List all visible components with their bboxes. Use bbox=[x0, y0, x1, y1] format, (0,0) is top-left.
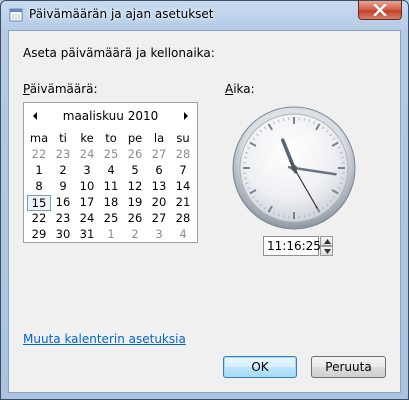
date-time-app-icon bbox=[9, 8, 23, 22]
clock-minute-tick bbox=[303, 214, 306, 218]
calendar-day[interactable]: 1 bbox=[27, 163, 51, 179]
calendar-day[interactable]: 30 bbox=[51, 227, 75, 243]
weekday-header-row: ma ti ke to pe la su bbox=[27, 131, 195, 147]
calendar-day-other-month[interactable]: 4 bbox=[171, 227, 195, 243]
instruction-text: Aseta päivämäärä ja kellonaika: bbox=[23, 46, 215, 60]
time-label-rest: ika: bbox=[233, 82, 255, 96]
calendar-day[interactable]: 11 bbox=[99, 179, 123, 195]
time-spinner[interactable] bbox=[320, 236, 333, 256]
calendar-day-other-month[interactable]: 27 bbox=[147, 147, 171, 163]
calendar-day[interactable]: 17 bbox=[75, 195, 99, 211]
calendar-day[interactable]: 9 bbox=[51, 179, 75, 195]
calendar-day[interactable]: 7 bbox=[171, 163, 195, 179]
weekday-label: ma bbox=[29, 131, 49, 145]
up-arrow-icon bbox=[324, 239, 331, 244]
next-month-icon[interactable] bbox=[179, 109, 193, 123]
clock-minute-tick bbox=[303, 118, 306, 122]
calendar-week-row: 8 9 10 11 12 13 14 bbox=[27, 179, 195, 195]
dialog-body: Aseta päivämäärä ja kellonaika: Päivämää… bbox=[8, 30, 401, 393]
calendar-day-other-month[interactable]: 24 bbox=[75, 147, 99, 163]
weekday-label: ti bbox=[59, 131, 67, 145]
clock-minute-tick bbox=[244, 177, 248, 180]
calendar-header: maaliskuu 2010 bbox=[24, 108, 197, 124]
calendar-day[interactable]: 2 bbox=[51, 163, 75, 179]
close-icon bbox=[373, 4, 387, 16]
ok-button[interactable]: OK bbox=[223, 356, 297, 378]
clock-minute-tick bbox=[340, 156, 344, 159]
change-calendar-settings-link[interactable]: Muuta kalenterin asetuksia bbox=[23, 332, 186, 346]
calendar-day-other-month[interactable]: 22 bbox=[27, 147, 51, 163]
weekday-label: to bbox=[105, 131, 117, 145]
weekday-label: pe bbox=[127, 131, 143, 145]
calendar[interactable]: maaliskuu 2010 ma ti ke to pe la su 22 23 24 25 26 2… bbox=[23, 102, 198, 243]
dialog-window: Päivämäärän ja ajan asetukset Aseta päiv… bbox=[0, 0, 409, 400]
calendar-day-other-month[interactable]: 1 bbox=[99, 227, 123, 243]
cancel-button[interactable]: Peruuta bbox=[311, 356, 386, 378]
close-button[interactable] bbox=[358, 1, 402, 20]
calendar-day[interactable]: 12 bbox=[123, 179, 147, 195]
calendar-day[interactable]: 10 bbox=[75, 179, 99, 195]
clock-minute-tick bbox=[340, 177, 344, 180]
time-down-button[interactable] bbox=[320, 246, 333, 256]
weekday-label: ke bbox=[80, 131, 94, 145]
clock-center-pin bbox=[291, 165, 297, 171]
calendar-week-row: 15 16 17 18 19 20 21 bbox=[27, 195, 195, 211]
weekday-label: la bbox=[153, 131, 165, 145]
calendar-day[interactable]: 18 bbox=[99, 195, 123, 211]
calendar-day[interactable]: 8 bbox=[27, 179, 51, 195]
calendar-grid: ma ti ke to pe la su 22 23 24 25 26 27 28 1 2 3 4 5 6 7 8 9 10 1… bbox=[27, 131, 195, 243]
clock-minute-tick bbox=[244, 156, 248, 159]
calendar-day[interactable]: 20 bbox=[147, 195, 171, 211]
calendar-day[interactable]: 3 bbox=[75, 163, 99, 179]
date-label: Päivämäärä: bbox=[23, 82, 98, 96]
time-label: Aika: bbox=[225, 82, 255, 96]
calendar-day[interactable]: 24 bbox=[75, 211, 99, 227]
weekday-label: su bbox=[176, 131, 190, 145]
date-label-accesskey: P bbox=[23, 82, 30, 96]
calendar-day[interactable]: 29 bbox=[27, 227, 51, 243]
calendar-day[interactable]: 15 bbox=[27, 195, 51, 211]
clock-minute-tick bbox=[282, 118, 285, 122]
down-arrow-icon bbox=[324, 249, 331, 254]
date-label-rest: äivämäärä: bbox=[29, 82, 98, 96]
calendar-day[interactable]: 25 bbox=[99, 211, 123, 227]
calendar-week-row: 22 23 24 25 26 27 28 bbox=[27, 147, 195, 163]
time-label-accesskey: A bbox=[225, 82, 234, 96]
calendar-day[interactable]: 22 bbox=[27, 211, 51, 227]
calendar-day[interactable]: 28 bbox=[171, 211, 195, 227]
calendar-day[interactable]: 31 bbox=[75, 227, 99, 243]
calendar-day[interactable]: 16 bbox=[51, 195, 75, 211]
calendar-day-other-month[interactable]: 23 bbox=[51, 147, 75, 163]
calendar-month-year[interactable]: maaliskuu 2010 bbox=[24, 109, 197, 123]
time-up-button[interactable] bbox=[320, 236, 333, 246]
calendar-day-other-month[interactable]: 28 bbox=[171, 147, 195, 163]
calendar-day[interactable]: 21 bbox=[171, 195, 195, 211]
window-title: Päivämäärän ja ajan asetukset bbox=[29, 7, 214, 21]
calendar-week-row: 29 30 31 1 2 3 4 bbox=[27, 227, 195, 243]
calendar-day[interactable]: 27 bbox=[147, 211, 171, 227]
calendar-day-other-month[interactable]: 26 bbox=[123, 147, 147, 163]
calendar-day[interactable]: 14 bbox=[171, 179, 195, 195]
calendar-day-other-month[interactable]: 2 bbox=[123, 227, 147, 243]
calendar-day[interactable]: 26 bbox=[123, 211, 147, 227]
calendar-day[interactable]: 6 bbox=[147, 163, 171, 179]
title-bar[interactable]: Päivämäärän ja ajan asetukset bbox=[1, 1, 408, 29]
calendar-day[interactable]: 5 bbox=[123, 163, 147, 179]
calendar-day-other-month[interactable]: 3 bbox=[147, 227, 171, 243]
calendar-day[interactable]: 4 bbox=[99, 163, 123, 179]
clock-minute-tick bbox=[282, 214, 285, 218]
calendar-day[interactable]: 23 bbox=[51, 211, 75, 227]
calendar-day[interactable]: 19 bbox=[123, 195, 147, 211]
analog-clock bbox=[232, 106, 356, 230]
calendar-day[interactable]: 13 bbox=[147, 179, 171, 195]
calendar-week-row: 22 23 24 25 26 27 28 bbox=[27, 211, 195, 227]
calendar-day-other-month[interactable]: 25 bbox=[99, 147, 123, 163]
time-input[interactable]: 11:16:25 bbox=[263, 236, 321, 256]
calendar-week-row: 1234567 bbox=[27, 163, 195, 179]
